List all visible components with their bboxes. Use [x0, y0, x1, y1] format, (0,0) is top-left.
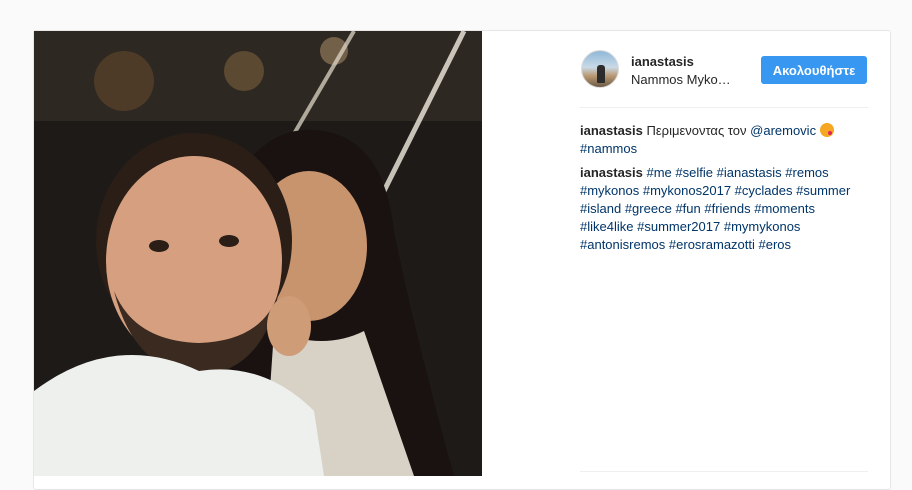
hashtag-link[interactable]: #cyclades — [735, 183, 793, 198]
post-header: ianastasis Nammos Myko… Ακολουθήστε — [580, 48, 868, 108]
comments-list: ianastasis Περιμενοντας τον @aremovic #n… — [580, 122, 868, 260]
hashtag-link[interactable]: #eros — [759, 237, 792, 252]
post-photo[interactable] — [34, 31, 482, 476]
hashtag-link[interactable]: #me — [647, 165, 672, 180]
hashtag-link[interactable]: #mykonos — [580, 183, 639, 198]
caption-comment: ianastasis Περιμενοντας τον @aremovic #n… — [580, 122, 868, 158]
hashtag-link[interactable]: #like4like — [580, 219, 633, 234]
hashtag-link[interactable]: #erosramazotti — [669, 237, 755, 252]
comment-text: Περιμενοντας τον — [646, 123, 747, 138]
divider — [580, 471, 868, 472]
mention-link[interactable]: @aremovic — [750, 123, 816, 138]
hashtag-link[interactable]: #selfie — [675, 165, 713, 180]
hashtag-link[interactable]: #nammos — [580, 141, 637, 156]
hashtag-link[interactable]: #moments — [754, 201, 815, 216]
hashtag-link[interactable]: #mykonos2017 — [643, 183, 731, 198]
hashtag-link[interactable]: #remos — [785, 165, 828, 180]
hashtag-link[interactable]: #antonisremos — [580, 237, 665, 252]
avatar[interactable] — [581, 50, 619, 88]
comment-username[interactable]: ianastasis — [580, 123, 643, 138]
hashtag-link[interactable]: #greece — [625, 201, 672, 216]
post-sidebar: ianastasis Nammos Myko… Ακολουθήστε iana… — [580, 31, 868, 476]
location-link[interactable]: Nammos Myko… — [631, 72, 731, 87]
hashtag-link[interactable]: #ianastasis — [717, 165, 782, 180]
hashtag-link[interactable]: #summer2017 — [637, 219, 720, 234]
hashtag-link[interactable]: #fun — [675, 201, 700, 216]
hashtags-comment: ianastasis #me #selfie #ianastasis #remo… — [580, 164, 868, 254]
hashtag-link[interactable]: #mymykonos — [724, 219, 801, 234]
follow-button[interactable]: Ακολουθήστε — [761, 56, 867, 84]
hashtag-link[interactable]: #summer — [796, 183, 850, 198]
post-card: ianastasis Nammos Myko… Ακολουθήστε iana… — [33, 30, 891, 490]
kiss-emoji-icon — [819, 123, 834, 137]
selfie-image — [34, 31, 482, 476]
username-link[interactable]: ianastasis — [631, 54, 694, 69]
hashtag-link[interactable]: #island — [580, 201, 621, 216]
comment-username[interactable]: ianastasis — [580, 165, 643, 180]
hashtag-link[interactable]: #friends — [704, 201, 750, 216]
